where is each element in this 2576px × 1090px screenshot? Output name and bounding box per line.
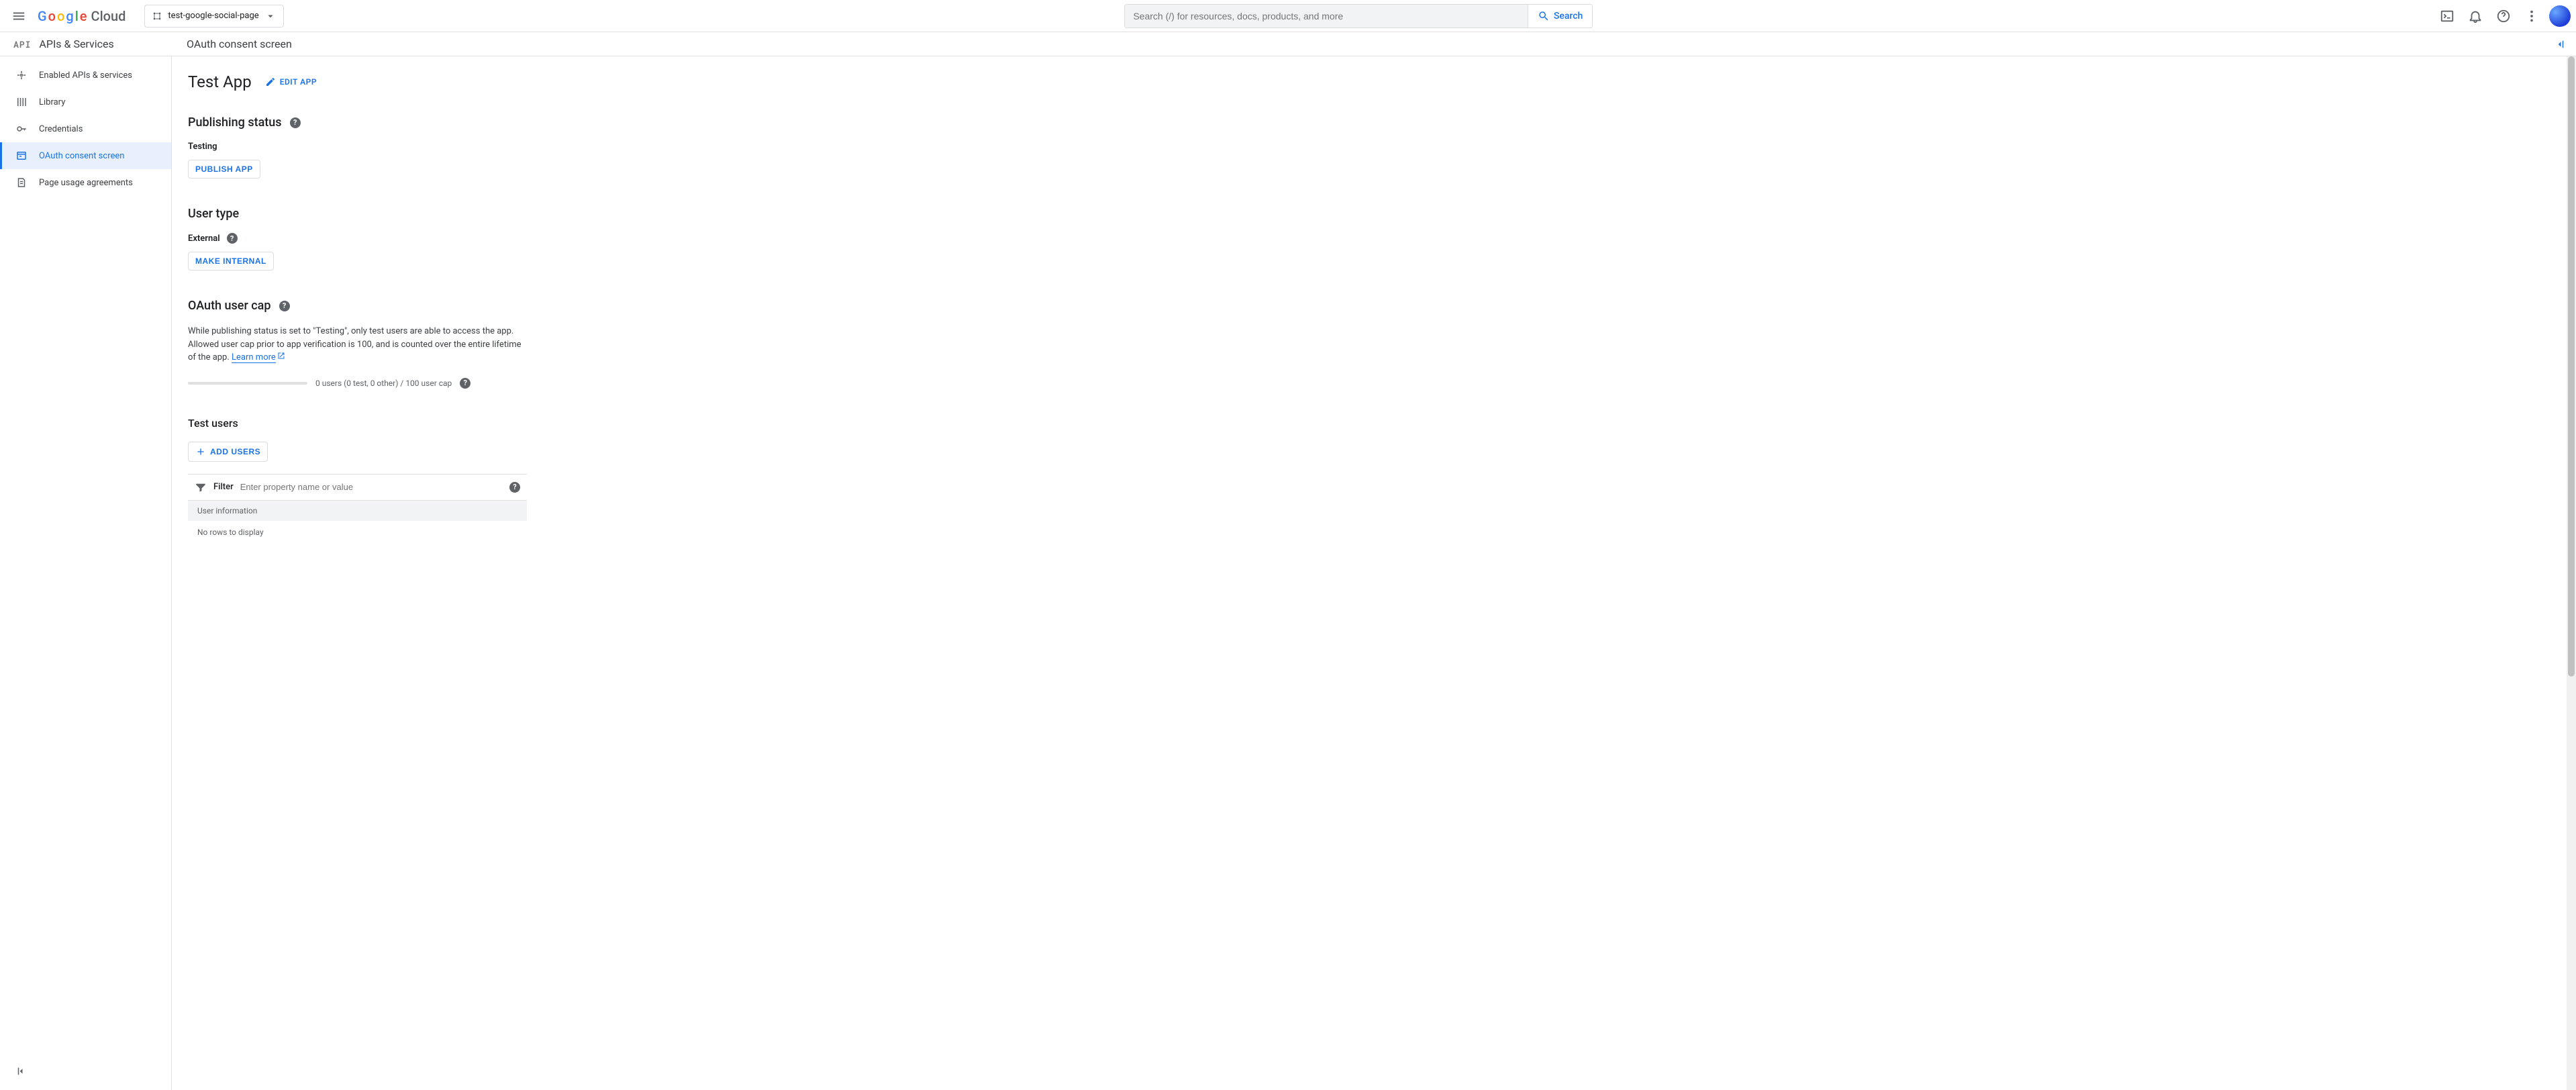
make-internal-button[interactable]: MAKE INTERNAL — [188, 252, 274, 270]
content: Test App EDIT APP Publishing status ? Te… — [172, 56, 2576, 1090]
help-button[interactable] — [2490, 3, 2517, 30]
user-cap-progress-row: 0 users (0 test, 0 other) / 100 user cap… — [188, 378, 679, 389]
user-cap-title: OAuth user cap — [188, 299, 271, 313]
filter-input[interactable] — [240, 482, 503, 492]
sidenav-item-label: Library — [39, 97, 65, 107]
user-cap-progress-text: 0 users (0 test, 0 other) / 100 user cap — [315, 379, 452, 388]
publishing-status-section: Publishing status ? Testing PUBLISH APP — [188, 115, 679, 179]
terminal-icon — [2440, 9, 2455, 23]
panel-open-icon — [2554, 38, 2566, 50]
menu-icon — [11, 9, 26, 23]
top-bar: Google Cloud test-google-social-page Sea… — [0, 0, 2576, 32]
sidenav-item-label: Enabled APIs & services — [39, 70, 132, 81]
sidenav-item-label: Page usage agreements — [39, 178, 133, 188]
hamburger-menu-button[interactable] — [5, 3, 32, 30]
app-name: Test App — [188, 72, 252, 91]
notifications-button[interactable] — [2462, 3, 2489, 30]
consent-icon — [15, 150, 28, 162]
chevron-left-icon — [15, 1065, 28, 1077]
user-type-section: User type External ? MAKE INTERNAL — [188, 207, 679, 270]
help-icon[interactable]: ? — [227, 233, 238, 244]
publishing-status-title: Publishing status — [188, 115, 282, 130]
help-icon[interactable]: ? — [509, 482, 520, 493]
user-type-title: User type — [188, 207, 239, 221]
publish-app-label: PUBLISH APP — [195, 164, 253, 174]
sidenav: Enabled APIs & services Library Credenti… — [0, 56, 172, 1090]
sidenav-item-oauth-consent[interactable]: OAuth consent screen — [0, 142, 171, 169]
page-title-bar: OAuth consent screen — [172, 34, 2576, 55]
top-right-actions — [2434, 3, 2571, 30]
help-icon[interactable]: ? — [460, 378, 470, 389]
library-icon — [15, 96, 28, 108]
sidenav-item-credentials[interactable]: Credentials — [0, 115, 171, 142]
sidenav-item-label: OAuth consent screen — [39, 151, 124, 161]
project-picker[interactable]: test-google-social-page — [144, 5, 283, 28]
search-box: Search — [1124, 4, 1593, 28]
more-vert-icon — [2524, 9, 2539, 23]
agreement-icon — [15, 177, 28, 189]
more-button[interactable] — [2518, 3, 2545, 30]
enabled-apis-icon — [15, 69, 28, 81]
scrollbar[interactable] — [2567, 56, 2576, 1090]
help-icon[interactable]: ? — [290, 117, 301, 128]
search-input[interactable] — [1125, 5, 1528, 28]
help-icon[interactable]: ? — [279, 301, 290, 311]
bell-icon — [2468, 9, 2483, 23]
make-internal-label: MAKE INTERNAL — [195, 256, 266, 266]
filter-bar: Filter ? — [188, 474, 527, 501]
table-empty-text: No rows to display — [188, 521, 527, 544]
add-users-button[interactable]: ADD USERS — [188, 442, 268, 462]
page-title: OAuth consent screen — [187, 38, 292, 50]
test-users-section: Test users ADD USERS Filter ? User infor… — [188, 417, 679, 544]
search-icon — [1538, 10, 1550, 22]
key-icon — [15, 123, 28, 135]
external-link-icon — [277, 351, 285, 364]
hide-panel-button[interactable] — [2549, 34, 2571, 55]
project-name: test-google-social-page — [168, 11, 258, 21]
product-area: API APIs & Services — [0, 38, 172, 50]
oauth-user-cap-section: OAuth user cap ? While publishing status… — [188, 299, 679, 389]
sidenav-item-page-usage[interactable]: Page usage agreements — [0, 169, 171, 196]
edit-app-label: EDIT APP — [280, 77, 317, 87]
publish-app-button[interactable]: PUBLISH APP — [188, 160, 260, 179]
collapse-sidenav-button[interactable] — [0, 1060, 171, 1082]
filter-icon — [195, 481, 207, 493]
learn-more-link[interactable]: Learn more — [232, 352, 276, 363]
search-button[interactable]: Search — [1528, 5, 1592, 28]
product-title: APIs & Services — [39, 38, 113, 50]
user-type-value: External — [188, 234, 220, 244]
edit-app-button[interactable]: EDIT APP — [265, 77, 317, 87]
sidenav-item-label: Credentials — [39, 124, 83, 134]
sidenav-item-enabled-apis[interactable]: Enabled APIs & services — [0, 62, 171, 89]
help-icon — [2496, 9, 2511, 23]
add-users-label: ADD USERS — [210, 447, 260, 456]
cloud-label: Cloud — [91, 8, 126, 24]
api-badge: API — [13, 38, 31, 50]
google-cloud-logo[interactable]: Google Cloud — [38, 8, 126, 24]
cloud-shell-button[interactable] — [2434, 3, 2461, 30]
search-button-label: Search — [1554, 11, 1583, 21]
user-cap-progress-bar — [188, 382, 307, 385]
table-header-user-info: User information — [188, 501, 527, 521]
pencil-icon — [265, 77, 276, 87]
project-icon — [152, 11, 162, 21]
search-wrap: Search — [289, 4, 2428, 28]
body: Enabled APIs & services Library Credenti… — [0, 56, 2576, 1090]
avatar[interactable] — [2549, 5, 2571, 27]
plus-icon — [195, 446, 206, 457]
second-bar: API APIs & Services OAuth consent screen — [0, 32, 2576, 56]
user-cap-description: While publishing status is set to "Testi… — [188, 325, 528, 364]
publishing-status-value: Testing — [188, 142, 679, 152]
sidenav-item-library[interactable]: Library — [0, 89, 171, 115]
filter-label: Filter — [213, 482, 234, 492]
chevron-down-icon — [264, 10, 277, 22]
test-users-title: Test users — [188, 417, 238, 430]
